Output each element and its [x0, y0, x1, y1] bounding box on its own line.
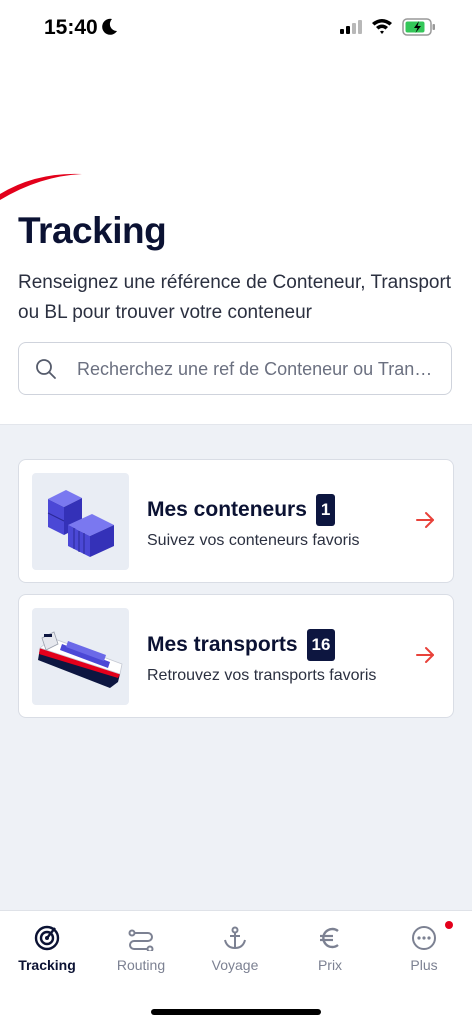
battery-icon: [402, 18, 436, 41]
more-icon: [377, 923, 471, 953]
arrow-right-icon[interactable]: [415, 645, 435, 670]
tracking-icon: [0, 923, 94, 953]
search-icon: [35, 358, 57, 385]
card-description: Retrouvez vos transports favoris: [147, 667, 377, 684]
tab-tracking[interactable]: Tracking: [0, 923, 94, 973]
card-mes-conteneurs[interactable]: Mes conteneurs 1 Suivez vos conteneurs f…: [18, 459, 454, 583]
card-description: Suivez vos conteneurs favoris: [147, 532, 360, 549]
containers-icon: [32, 473, 129, 570]
arrow-right-icon[interactable]: [415, 510, 435, 535]
tab-label: Plus: [410, 957, 438, 973]
tab-label: Tracking: [18, 957, 76, 973]
page-subtitle: Renseignez une référence de Conteneur, T…: [18, 272, 452, 323]
tab-prix[interactable]: Prix: [283, 923, 377, 973]
moon-icon: [100, 17, 118, 42]
status-bar: 15:40: [0, 0, 472, 56]
anchor-icon: [188, 923, 282, 953]
card-title: Mes conteneurs 1: [147, 494, 336, 526]
tab-label: Voyage: [211, 957, 259, 973]
status-time: 15:40: [44, 16, 98, 39]
search-input[interactable]: [75, 343, 441, 395]
tab-routing[interactable]: Routing: [94, 923, 188, 973]
card-mes-transports[interactable]: Mes transports 16 Retrouvez vos transpor…: [18, 594, 454, 718]
card-title-text: Mes conteneurs: [147, 498, 307, 521]
brand-swoosh-icon: [0, 168, 84, 205]
euro-icon: [283, 923, 377, 953]
home-indicator[interactable]: [151, 1009, 321, 1015]
ship-icon: [32, 608, 129, 705]
card-title: Mes transports 16: [147, 629, 336, 661]
tab-label: Prix: [317, 957, 343, 973]
count-badge: 1: [315, 494, 336, 526]
notification-dot: [445, 921, 453, 929]
page-title: Tracking: [18, 210, 167, 251]
tab-plus[interactable]: Plus: [377, 923, 471, 973]
tab-label: Routing: [116, 957, 166, 973]
routing-icon: [94, 923, 188, 953]
search-box[interactable]: [18, 342, 452, 395]
count-badge: 16: [306, 629, 336, 661]
wifi-icon: [371, 17, 393, 40]
bottom-tab-bar: Tracking Routing Voyage Prix Plus: [0, 910, 472, 1025]
card-title-text: Mes transports: [147, 633, 298, 656]
favorites-section: Mes conteneurs 1 Suivez vos conteneurs f…: [0, 424, 472, 911]
cellular-signal-icon: [340, 20, 364, 39]
tab-voyage[interactable]: Voyage: [188, 923, 282, 973]
